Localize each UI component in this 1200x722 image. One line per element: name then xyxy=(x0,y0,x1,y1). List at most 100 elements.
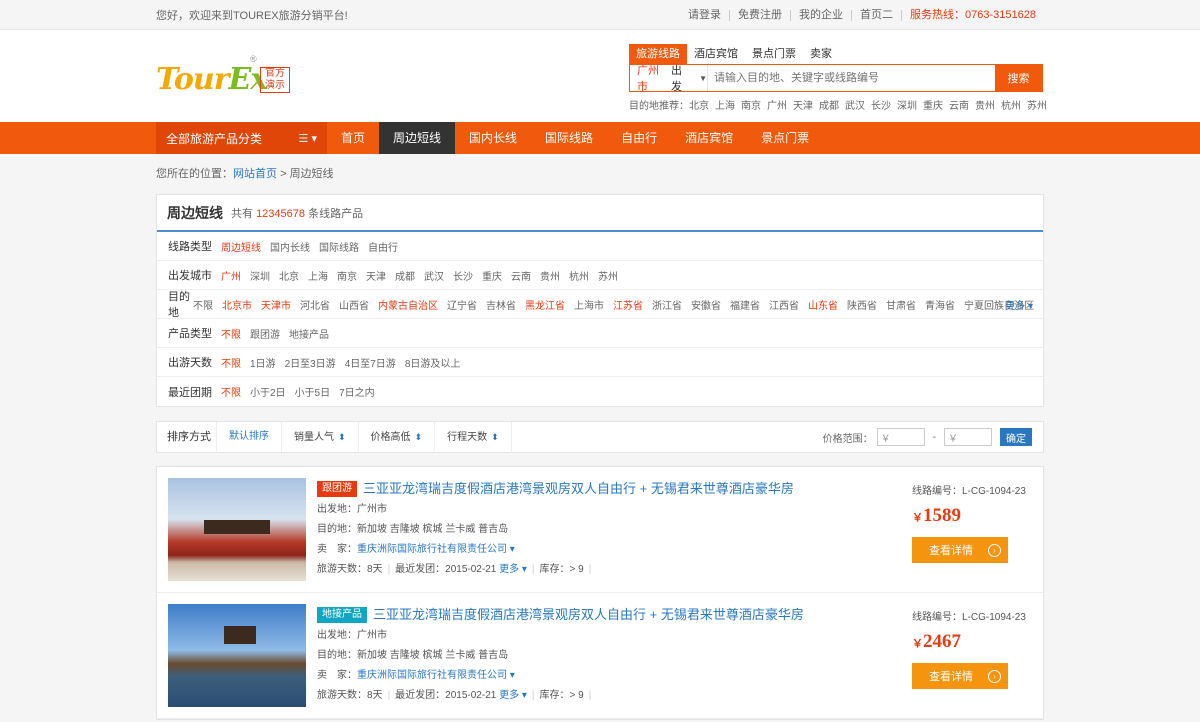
filter-option[interactable]: 小于2日 xyxy=(250,384,286,399)
sort-days[interactable]: 行程天数 ⬍ xyxy=(435,421,512,453)
filter-option[interactable]: 天津市 xyxy=(261,297,291,312)
view-details-button[interactable]: 查看详情 › xyxy=(912,663,1008,689)
hot-dest-link[interactable]: 杭州 xyxy=(1001,97,1021,112)
nav-domestic[interactable]: 国内长线 xyxy=(455,122,531,154)
hot-dest-link[interactable]: 贵州 xyxy=(975,97,995,112)
filter-option[interactable]: 深圳 xyxy=(250,268,270,283)
hot-dest-link[interactable]: 苏州 xyxy=(1027,97,1047,112)
filter-option[interactable]: 上海市 xyxy=(574,297,604,312)
filter-option[interactable]: 北京 xyxy=(279,268,299,283)
filter-option[interactable]: 上海 xyxy=(308,268,328,283)
filter-option[interactable]: 江苏省 xyxy=(613,297,643,312)
sort-price[interactable]: 价格高低 ⬍ xyxy=(359,421,436,453)
hot-dest-link[interactable]: 上海 xyxy=(715,97,735,112)
search-tab-hotels[interactable]: 酒店宾馆 xyxy=(687,44,745,64)
hot-dest-link[interactable]: 南京 xyxy=(741,97,761,112)
filter-option[interactable]: 国际线路 xyxy=(319,239,359,254)
filter-option[interactable]: 江西省 xyxy=(769,297,799,312)
hot-dest-link[interactable]: 成都 xyxy=(819,97,839,112)
hot-dest-link[interactable]: 深圳 xyxy=(897,97,917,112)
more-dates-link[interactable]: 更多 xyxy=(499,564,519,575)
filter-option[interactable]: 南京 xyxy=(337,268,357,283)
nav-free-travel[interactable]: 自由行 xyxy=(607,122,671,154)
logo[interactable]: ® TourEx 官方 演示 xyxy=(156,54,296,98)
more-destinations-link[interactable]: 更多 ▾ xyxy=(1005,297,1033,312)
filter-option[interactable]: 成都 xyxy=(395,268,415,283)
search-input[interactable] xyxy=(708,65,995,91)
product-image[interactable] xyxy=(168,604,306,707)
filter-option[interactable]: 山东省 xyxy=(808,297,838,312)
nav-international[interactable]: 国际线路 xyxy=(531,122,607,154)
hot-dest-link[interactable]: 重庆 xyxy=(923,97,943,112)
filter-option[interactable]: 苏州 xyxy=(598,268,618,283)
filter-option[interactable]: 7日之内 xyxy=(339,384,375,399)
filter-option[interactable]: 安徽省 xyxy=(691,297,721,312)
nav-home[interactable]: 首页 xyxy=(327,122,379,154)
filter-option[interactable]: 重庆 xyxy=(482,268,502,283)
home2-link[interactable]: 首页二 xyxy=(852,9,903,21)
login-link[interactable]: 请登录 xyxy=(680,9,731,21)
breadcrumb-home[interactable]: 网站首页 xyxy=(233,168,277,180)
price-max-input[interactable] xyxy=(944,428,992,446)
filter-option[interactable]: 陕西省 xyxy=(847,297,877,312)
nav-hotels[interactable]: 酒店宾馆 xyxy=(671,122,747,154)
filter-option[interactable]: 不限 xyxy=(221,384,241,399)
seller-link[interactable]: 重庆洲际国际旅行社有限责任公司 xyxy=(357,544,507,555)
filter-option[interactable]: 浙江省 xyxy=(652,297,682,312)
hot-dest-link[interactable]: 广州 xyxy=(767,97,787,112)
my-company-link[interactable]: 我的企业 xyxy=(791,9,853,21)
filter-option[interactable]: 山西省 xyxy=(339,297,369,312)
filter-option[interactable]: 广州 xyxy=(221,268,241,283)
filter-option[interactable]: 黑龙江省 xyxy=(525,297,565,312)
filter-option[interactable]: 辽宁省 xyxy=(447,297,477,312)
filter-option[interactable]: 4日至7日游 xyxy=(345,355,396,370)
search-tab-sellers[interactable]: 卖家 xyxy=(803,44,839,64)
search-tab-tickets[interactable]: 景点门票 xyxy=(745,44,803,64)
hot-dest-link[interactable]: 北京 xyxy=(689,97,709,112)
filter-option[interactable]: 云南 xyxy=(511,268,531,283)
filter-option[interactable]: 地接产品 xyxy=(289,326,329,341)
price-confirm-button[interactable]: 确定 xyxy=(1000,428,1032,446)
filter-option[interactable]: 不限 xyxy=(221,355,241,370)
filter-option[interactable]: 杭州 xyxy=(569,268,589,283)
register-link[interactable]: 免费注册 xyxy=(730,9,792,21)
hot-dest-link[interactable]: 云南 xyxy=(949,97,969,112)
filter-option[interactable]: 不限 xyxy=(221,326,241,341)
filter-option[interactable]: 吉林省 xyxy=(486,297,516,312)
filter-option[interactable]: 甘肃省 xyxy=(886,297,916,312)
hot-dest-link[interactable]: 天津 xyxy=(793,97,813,112)
filter-option[interactable]: 2日至3日游 xyxy=(285,355,336,370)
filter-option[interactable]: 不限 xyxy=(193,297,213,312)
filter-option[interactable]: 福建省 xyxy=(730,297,760,312)
hot-dest-link[interactable]: 长沙 xyxy=(871,97,891,112)
filter-option[interactable]: 长沙 xyxy=(453,268,473,283)
sort-default[interactable]: 默认排序 xyxy=(217,422,282,452)
departure-city-select[interactable]: 广州市 出发 ▼ xyxy=(630,65,708,93)
filter-option[interactable]: 内蒙古自治区 xyxy=(378,297,438,312)
search-button[interactable]: 搜索 xyxy=(995,65,1042,91)
nav-tickets[interactable]: 景点门票 xyxy=(747,122,823,154)
filter-option[interactable]: 北京市 xyxy=(222,297,252,312)
hot-dest-link[interactable]: 武汉 xyxy=(845,97,865,112)
filter-option[interactable]: 周边短线 xyxy=(221,239,261,254)
product-image[interactable] xyxy=(168,478,306,581)
filter-option[interactable]: 1日游 xyxy=(250,355,276,370)
filter-option[interactable]: 天津 xyxy=(366,268,386,283)
product-title[interactable]: 三亚亚龙湾瑞吉度假酒店港湾景观房双人自由行 + 无锡君来世尊酒店豪华房 xyxy=(363,481,794,496)
view-details-button[interactable]: 查看详情 › xyxy=(912,537,1008,563)
price-min-input[interactable] xyxy=(876,428,925,446)
filter-option[interactable]: 青海省 xyxy=(925,297,955,312)
sort-popularity[interactable]: 销量人气 ⬍ xyxy=(282,421,359,453)
filter-option[interactable]: 自由行 xyxy=(368,239,398,254)
filter-option[interactable]: 8日游及以上 xyxy=(405,355,461,370)
seller-link[interactable]: 重庆洲际国际旅行社有限责任公司 xyxy=(357,670,507,681)
nav-short-trips[interactable]: 周边短线 xyxy=(379,122,456,154)
filter-option[interactable]: 跟团游 xyxy=(250,326,280,341)
product-title[interactable]: 三亚亚龙湾瑞吉度假酒店港湾景观房双人自由行 + 无锡君来世尊酒店豪华房 xyxy=(373,607,804,622)
filter-option[interactable]: 河北省 xyxy=(300,297,330,312)
category-menu[interactable]: 全部旅游产品分类 ☰ ▾ xyxy=(156,122,327,154)
search-tab-routes[interactable]: 旅游线路 xyxy=(629,44,687,64)
filter-option[interactable]: 国内长线 xyxy=(270,239,310,254)
filter-option[interactable]: 贵州 xyxy=(540,268,560,283)
more-dates-link[interactable]: 更多 xyxy=(499,690,519,701)
